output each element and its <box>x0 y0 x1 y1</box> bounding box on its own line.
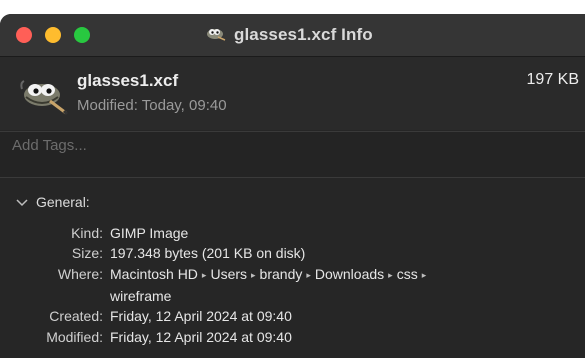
tags-input[interactable] <box>12 134 572 156</box>
path-separator-icon: ▸ <box>306 270 311 280</box>
file-modified: Modified: Today, 09:40 <box>77 97 227 114</box>
where-row: Where: Macintosh HD ▸ Users ▸ brandy ▸ Downloa… <box>0 264 585 306</box>
title-bar[interactable]: glasses1.xcf Info <box>0 14 585 57</box>
where-label: Where: <box>57 266 103 282</box>
chevron-down-icon <box>16 199 28 207</box>
path-item[interactable]: wireframe <box>110 288 171 304</box>
window-title: glasses1.xcf Info <box>204 24 373 46</box>
close-button[interactable] <box>16 27 32 43</box>
path-separator-icon: ▸ <box>201 270 207 280</box>
path-separator-icon: ▸ <box>388 270 393 280</box>
kind-value: GIMP Image <box>110 225 189 241</box>
modified-label: Modified: <box>46 329 103 345</box>
path-item[interactable]: Users <box>210 266 247 282</box>
info-window: glasses1.xcf Info glasses1.xcf Modified:… <box>0 14 585 358</box>
gimp-icon <box>20 75 69 116</box>
size-label: Size: <box>71 245 103 261</box>
file-size: 197 KB <box>526 71 579 88</box>
path-item[interactable]: brandy <box>260 266 303 282</box>
path-separator-icon: ▸ <box>421 270 427 280</box>
minimize-button[interactable] <box>45 27 61 43</box>
path-item[interactable]: Downloads <box>315 266 384 282</box>
kind-label: Kind: <box>71 225 103 241</box>
file-header: glasses1.xcf Modified: Today, 09:40 197 … <box>0 57 585 130</box>
general-section-toggle[interactable]: General: <box>16 194 90 210</box>
where-value: Macintosh HD ▸ Users ▸ brandy ▸ Downloads ▸ css ▸… <box>110 264 580 306</box>
general-heading: General: <box>36 194 90 210</box>
modified-value: Friday, 12 April 2024 at 09:40 <box>110 329 292 345</box>
created-label: Created: <box>49 308 103 324</box>
path-item[interactable]: css <box>397 266 418 282</box>
zoom-button[interactable] <box>74 27 90 43</box>
window-title-text: glasses1.xcf Info <box>234 25 373 44</box>
path-item[interactable]: Macintosh HD <box>110 266 198 282</box>
gimp-icon <box>204 25 226 46</box>
size-value: 197.348 bytes (201 KB on disk) <box>110 245 306 261</box>
tags-field-area <box>0 131 585 178</box>
created-value: Friday, 12 April 2024 at 09:40 <box>110 308 292 324</box>
file-name[interactable]: glasses1.xcf <box>77 71 178 91</box>
path-separator-icon: ▸ <box>251 270 256 280</box>
